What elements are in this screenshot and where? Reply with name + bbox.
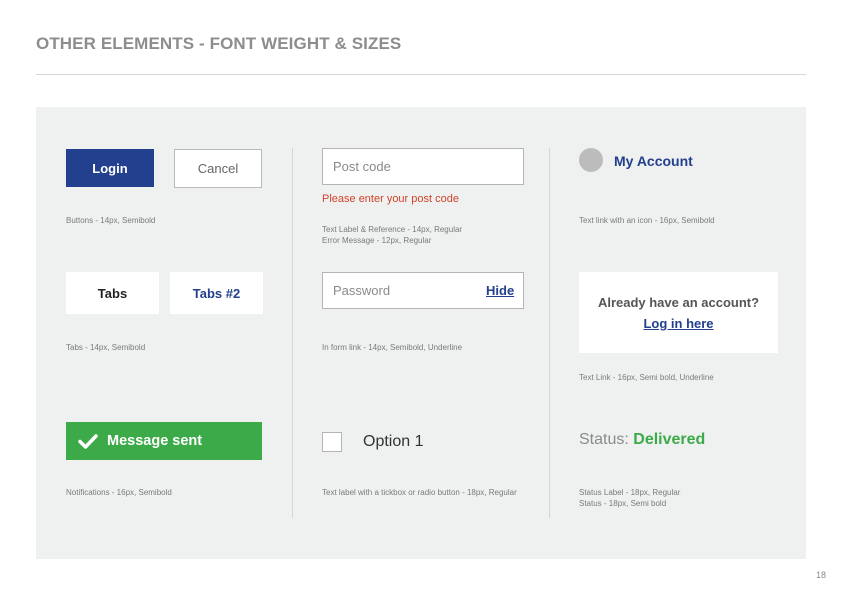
status-caption-value: Status - 18px, Semi bold: [579, 499, 667, 508]
cancel-button[interactable]: Cancel: [174, 149, 262, 188]
postcode-caption-label: Text Label & Reference - 14px, Regular: [322, 225, 463, 234]
tab-tabs-2[interactable]: Tabs #2: [170, 272, 263, 314]
login-button[interactable]: Login: [66, 149, 154, 187]
option-1-label[interactable]: Option 1: [363, 433, 423, 451]
title-divider: [36, 74, 806, 75]
column-divider-1: [292, 148, 293, 518]
buttons-caption: Buttons - 14px, Semibold: [66, 216, 156, 225]
my-account-link[interactable]: My Account: [614, 153, 693, 169]
checkmark-icon: [78, 434, 98, 449]
option-1-checkbox[interactable]: [322, 432, 342, 452]
password-caption: In form link - 14px, Semibold, Underline: [322, 343, 463, 352]
account-caption: Text link with an icon - 16px, Semibold: [579, 216, 715, 225]
status-label: Status:: [579, 431, 629, 448]
hide-password-link[interactable]: Hide: [486, 283, 514, 298]
card-caption: Text Link - 16px, Semi bold, Underline: [579, 373, 714, 382]
notification-caption: Notifications - 16px, Semibold: [66, 488, 172, 497]
tab-tabs[interactable]: Tabs: [66, 272, 159, 314]
postcode-input[interactable]: [322, 148, 524, 185]
status-caption-label: Status Label - 18px, Regular: [579, 488, 681, 497]
column-divider-2: [549, 148, 550, 518]
login-prompt-card: Already have an account? Log in here: [579, 272, 778, 353]
notification-text: Message sent: [107, 433, 203, 449]
log-in-here-link[interactable]: Log in here: [643, 316, 713, 331]
tabs-caption: Tabs - 14px, Semibold: [66, 343, 146, 352]
postcode-error-message: Please enter your post code: [322, 193, 459, 205]
page-number: 18: [815, 570, 826, 580]
checkbox-caption: Text label with a tickbox or radio butto…: [322, 488, 517, 497]
notification-success: Message sent: [66, 422, 262, 460]
page-title: OTHER ELEMENTS - FONT WEIGHT & SIZES: [36, 34, 402, 53]
status-value: Delivered: [633, 431, 706, 448]
account-avatar-icon[interactable]: [579, 148, 603, 172]
status-display: Status: Delivered: [579, 431, 705, 449]
login-prompt-text: Already have an account?: [597, 295, 760, 310]
postcode-caption-error: Error Message - 12px, Regular: [322, 236, 432, 245]
